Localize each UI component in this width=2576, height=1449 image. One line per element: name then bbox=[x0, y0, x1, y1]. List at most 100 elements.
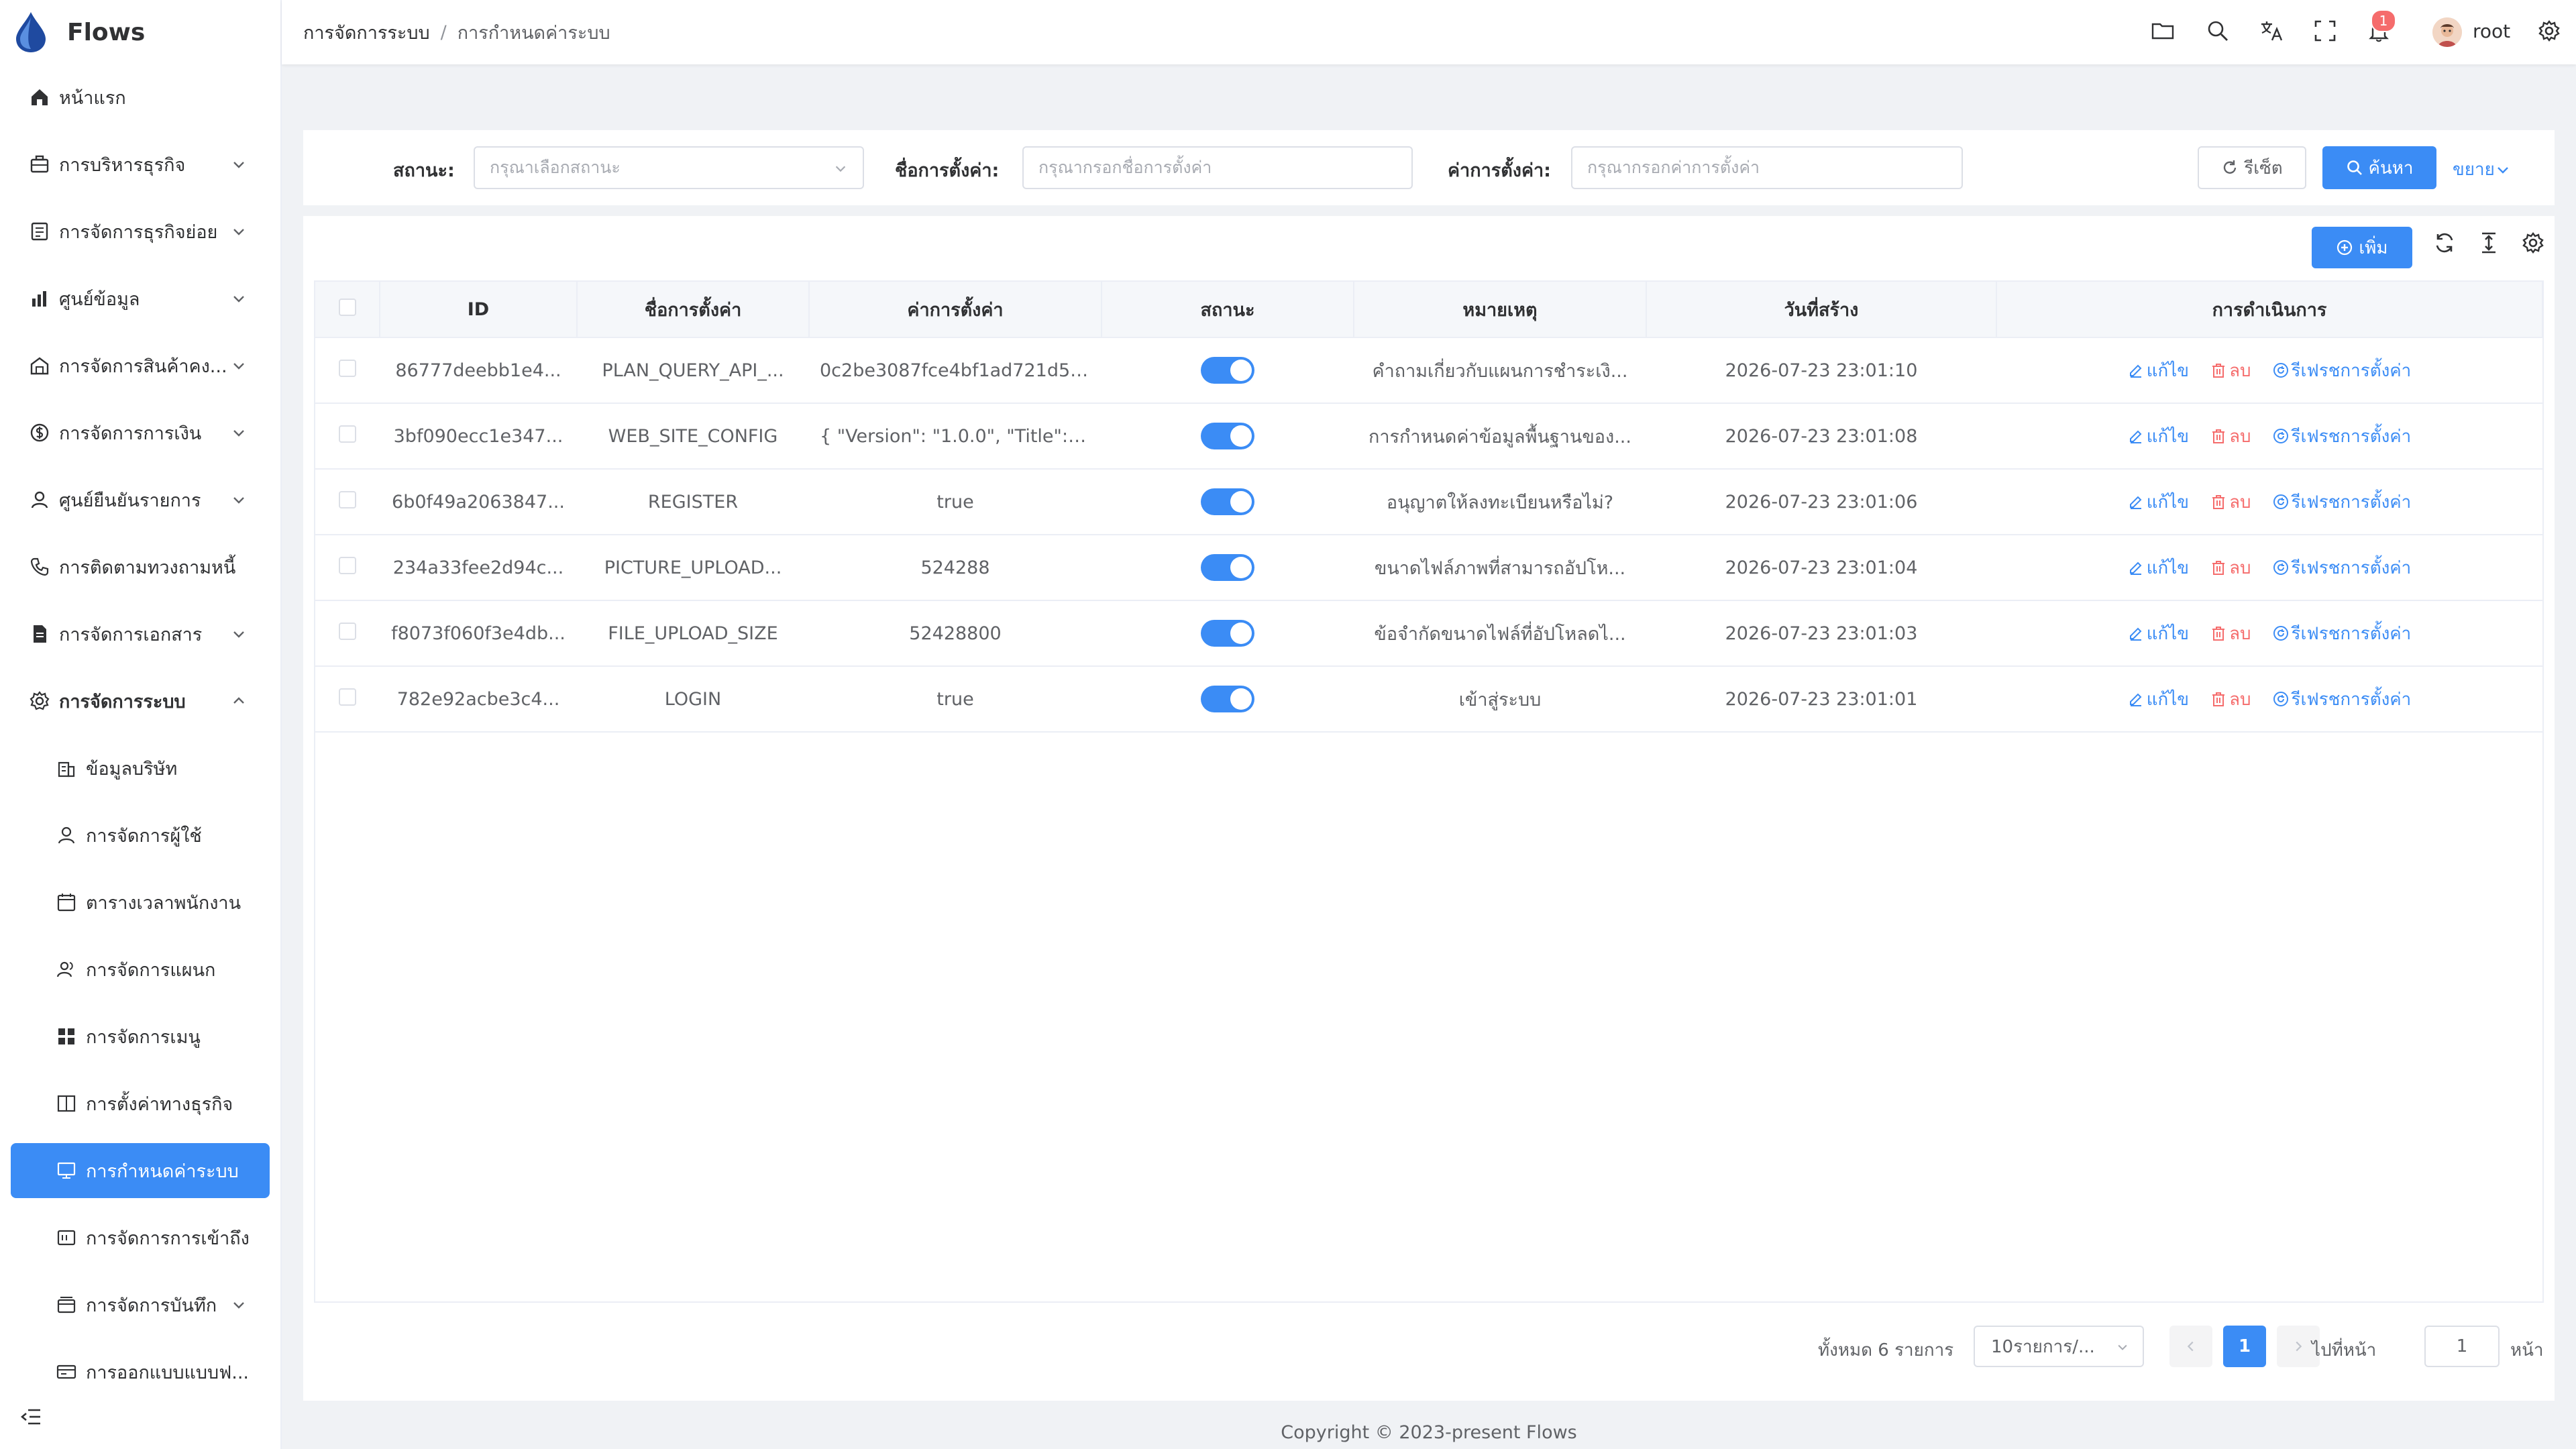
row-select-cell[interactable] bbox=[315, 600, 380, 667]
sidebar-subitem-system-config[interactable]: การกำหนดค่าระบบ bbox=[11, 1143, 270, 1198]
row-checkbox[interactable] bbox=[339, 622, 356, 640]
row-select-cell[interactable] bbox=[315, 666, 380, 733]
row-checkbox[interactable] bbox=[339, 556, 356, 574]
sidebar-subitem-user-management[interactable]: การจัดการผู้ใช้ bbox=[11, 808, 270, 863]
page-size-select[interactable]: 10รายการ/... bbox=[1974, 1326, 2144, 1367]
fullscreen-icon[interactable] bbox=[2313, 19, 2340, 46]
column-settings-icon[interactable] bbox=[2521, 231, 2545, 255]
table-row[interactable]: 6b0f49a2063847... REGISTER true อนุญาตให้ลง… bbox=[315, 469, 2542, 535]
edit-button[interactable]: แก้ไข bbox=[2128, 686, 2189, 713]
density-icon[interactable] bbox=[2477, 231, 2501, 255]
refresh-config-button[interactable]: รีเฟรชการตั้งค่า bbox=[2273, 686, 2411, 713]
table-row[interactable]: f8073f060f3e4db... FILE_UPLOAD_SIZE 524288… bbox=[315, 600, 2542, 667]
breadcrumb-item[interactable]: การจัดการระบบ bbox=[303, 18, 430, 47]
refresh-config-button[interactable]: รีเฟรชการตั้งค่า bbox=[2273, 554, 2411, 582]
sidebar-subitem-staff-schedule[interactable]: ตารางเวลาพนักงาน bbox=[11, 875, 270, 930]
sidebar-item-home[interactable]: หน้าแรก bbox=[11, 70, 270, 125]
refresh-config-button[interactable]: รีเฟรชการตั้งค่า bbox=[2273, 620, 2411, 647]
refresh-config-button[interactable]: รีเฟรชการตั้งค่า bbox=[2273, 423, 2411, 450]
search-icon[interactable] bbox=[2206, 19, 2233, 46]
app-logo[interactable]: Flows bbox=[13, 11, 145, 54]
delete-button[interactable]: ลบ bbox=[2210, 620, 2251, 647]
edit-button[interactable]: แก้ไข bbox=[2128, 357, 2189, 384]
sidebar-subitem-menu-management[interactable]: การจัดการเมนู bbox=[11, 1009, 270, 1064]
delete-button[interactable]: ลบ bbox=[2210, 423, 2251, 450]
edit-button[interactable]: แก้ไข bbox=[2128, 423, 2189, 450]
sidebar-item-label: การจัดการระบบ bbox=[59, 691, 186, 712]
table-row[interactable]: 3bf090ecc1e347... WEB_SITE_CONFIG{ "Versi… bbox=[315, 403, 2542, 470]
select-all-checkbox[interactable] bbox=[338, 298, 356, 316]
search-button[interactable]: ค้นหา bbox=[2322, 146, 2436, 189]
translate-icon[interactable] bbox=[2259, 19, 2286, 46]
sidebar-item-data-center[interactable]: ศูนย์ข้อมูล bbox=[11, 271, 270, 326]
expand-link[interactable]: ขยาย bbox=[2453, 156, 2511, 183]
monitor-icon bbox=[55, 1159, 78, 1182]
refresh-config-button[interactable]: รีเฟรชการตั้งค่า bbox=[2273, 488, 2411, 516]
delete-button[interactable]: ลบ bbox=[2210, 554, 2251, 582]
collapse-sidebar-icon[interactable] bbox=[20, 1406, 42, 1428]
delete-label: ลบ bbox=[2229, 360, 2251, 381]
delete-button[interactable]: ลบ bbox=[2210, 686, 2251, 713]
delete-button[interactable]: ลบ bbox=[2210, 357, 2251, 384]
table-row[interactable]: 782e92acbe3c4... LOGIN true เข้าสู่ระบบ 2026… bbox=[315, 666, 2542, 733]
goto-page-input[interactable]: 1 bbox=[2424, 1326, 2500, 1367]
sidebar-item-debt-collection[interactable]: การติดตามทวงถามหนี้ bbox=[11, 539, 270, 594]
row-select-cell[interactable] bbox=[315, 337, 380, 404]
row-checkbox[interactable] bbox=[339, 688, 356, 706]
status-switch[interactable] bbox=[1201, 686, 1254, 712]
config-name-input[interactable]: กรุณากรอกชื่อการตั้งค่า bbox=[1022, 146, 1413, 189]
sidebar-item-confirmation-center[interactable]: ศูนย์ยืนยันรายการ bbox=[11, 472, 270, 527]
sidebar-item-sub-business[interactable]: การจัดการธุรกิจย่อย bbox=[11, 204, 270, 259]
status-switch[interactable] bbox=[1201, 357, 1254, 384]
status-select[interactable]: กรุณาเลือกสถานะ bbox=[474, 146, 864, 189]
username[interactable]: root bbox=[2473, 20, 2510, 42]
row-select-cell[interactable] bbox=[315, 403, 380, 470]
row-checkbox[interactable] bbox=[339, 359, 356, 377]
avatar[interactable] bbox=[2432, 17, 2462, 47]
sidebar-subitem-company-info[interactable]: ข้อมูลบริษัท bbox=[11, 741, 270, 796]
trash-icon bbox=[2212, 561, 2225, 575]
delete-button[interactable]: ลบ bbox=[2210, 488, 2251, 516]
config-value-placeholder: กรุณากรอกค่าการตั้งค่า bbox=[1587, 158, 1760, 177]
sidebar-subitem-department-management[interactable]: การจัดการแผนก bbox=[11, 942, 270, 997]
refresh-table-icon[interactable] bbox=[2432, 231, 2457, 255]
edit-button[interactable]: แก้ไข bbox=[2128, 554, 2189, 582]
status-placeholder: กรุณาเลือกสถานะ bbox=[490, 158, 621, 177]
row-checkbox[interactable] bbox=[339, 490, 356, 508]
select-all-cell[interactable] bbox=[315, 282, 380, 338]
breadcrumb-item: การกำหนดค่าระบบ bbox=[457, 22, 610, 44]
cell-id: 234a33fee2d94c... bbox=[380, 535, 577, 601]
table-row[interactable]: 234a33fee2d94c... PICTURE_UPLOAD... 524288… bbox=[315, 535, 2542, 601]
config-value-input[interactable]: กรุณากรอกค่าการตั้งค่า bbox=[1571, 146, 1963, 189]
column-header-status: สถานะ bbox=[1102, 282, 1354, 338]
sidebar-subitem-log-management[interactable]: การจัดการบันทึก bbox=[11, 1277, 270, 1332]
status-switch[interactable] bbox=[1201, 620, 1254, 647]
sidebar-item-system-management[interactable]: การจัดการระบบ bbox=[11, 674, 270, 729]
sidebar-item-finance[interactable]: การจัดการการเงิน bbox=[11, 405, 270, 460]
row-select-cell[interactable] bbox=[315, 535, 380, 601]
status-switch[interactable] bbox=[1201, 488, 1254, 515]
status-switch[interactable] bbox=[1201, 423, 1254, 449]
row-checkbox[interactable] bbox=[339, 425, 356, 443]
sidebar-subitem-form-design[interactable]: การออกแบบแบบฟ... bbox=[11, 1344, 270, 1399]
page-number-button[interactable]: 1 bbox=[2223, 1326, 2266, 1367]
status-switch[interactable] bbox=[1201, 554, 1254, 581]
edit-button[interactable]: แก้ไข bbox=[2128, 488, 2189, 516]
sidebar-subitem-access-management[interactable]: การจัดการการเข้าถึง bbox=[11, 1210, 270, 1265]
table-row[interactable]: 86777deebb1e4... PLAN_QUERY_API_... 0c2be3… bbox=[315, 337, 2542, 404]
sidebar-subitem-business-settings[interactable]: การตั้งค่าทางธุรกิจ bbox=[11, 1076, 270, 1131]
edit-button[interactable]: แก้ไข bbox=[2128, 620, 2189, 647]
settings-gear-icon[interactable] bbox=[2537, 19, 2564, 46]
cell-remark: การกำหนดค่าข้อมูลพื้นฐานของ... bbox=[1354, 403, 1646, 470]
sidebar-item-inventory[interactable]: การจัดการสินค้าคง... bbox=[11, 338, 270, 393]
edit-icon bbox=[2129, 627, 2142, 641]
prev-page-button[interactable] bbox=[2169, 1326, 2212, 1367]
sidebar-item-business-admin[interactable]: การบริหารธุรกิจ bbox=[11, 137, 270, 192]
folder-icon[interactable] bbox=[2151, 19, 2178, 46]
cell-actions: แก้ไข ลบ รีเฟรชการตั้งค่า bbox=[1996, 403, 2542, 470]
refresh-config-button[interactable]: รีเฟรชการตั้งค่า bbox=[2273, 357, 2411, 384]
reset-button[interactable]: รีเซ็ต bbox=[2198, 146, 2306, 189]
sidebar-item-documents[interactable]: การจัดการเอกสาร bbox=[11, 606, 270, 661]
row-select-cell[interactable] bbox=[315, 469, 380, 535]
add-button[interactable]: เพิ่ม bbox=[2312, 227, 2412, 268]
